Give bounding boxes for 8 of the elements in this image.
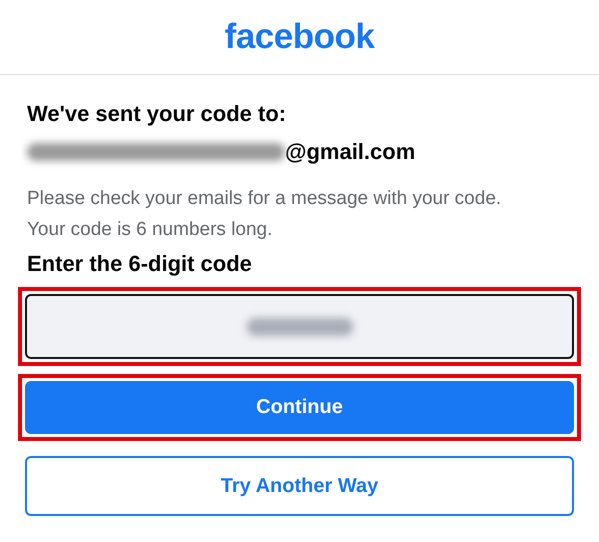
try-another-way-button[interactable]: Try Another Way	[25, 456, 574, 516]
code-label: Enter the 6-digit code	[26, 251, 253, 277]
continue-button[interactable]: Continue	[25, 381, 574, 434]
email-domain: @gmail.com	[285, 139, 416, 165]
instructions-text: Please check your emails for a message with your code. Your code is 6 numbers long.	[26, 187, 502, 242]
heading: We've sent your code to:	[26, 101, 288, 127]
facebook-logo: facebook	[224, 17, 374, 57]
code-field[interactable]	[25, 294, 574, 359]
